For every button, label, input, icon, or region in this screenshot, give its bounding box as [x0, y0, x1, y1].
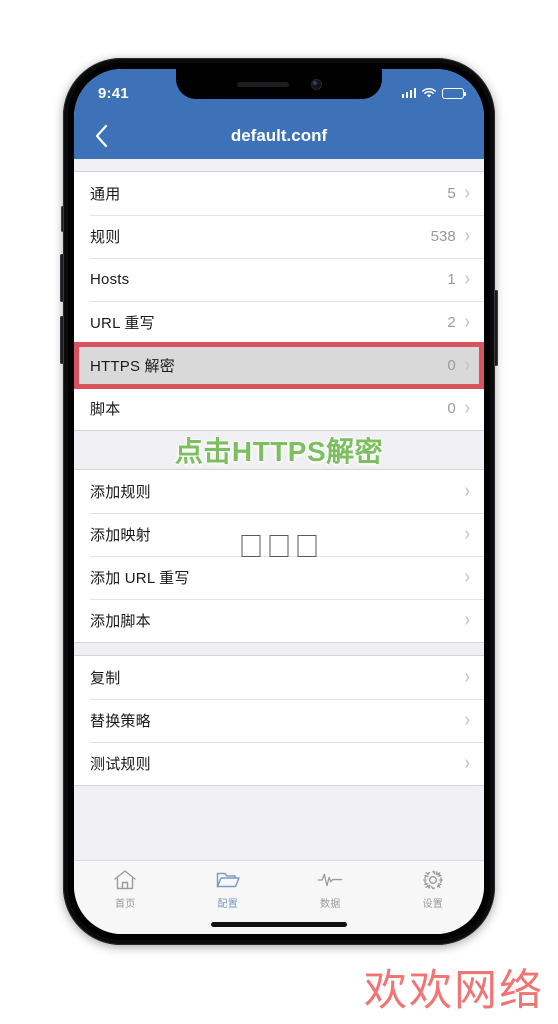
- list-item-add-mapping[interactable]: 添加映射 ›: [74, 513, 484, 556]
- page-title: default.conf: [230, 126, 328, 145]
- folder-icon: [216, 872, 240, 888]
- list-item-label: HTTPS 解密: [90, 358, 175, 375]
- list-item-label: 复制: [90, 670, 121, 687]
- tab-label: 设置: [422, 899, 444, 910]
- chevron-right-icon: ›: [464, 225, 470, 247]
- list-item-url-rewrite[interactable]: URL 重写 2 ›: [74, 301, 484, 344]
- battery-icon: [442, 87, 466, 99]
- list-item-label: 添加映射: [90, 527, 151, 544]
- list-top-gap: [74, 159, 484, 171]
- list-item-label: 通用: [90, 186, 121, 203]
- list-item-value: 538: [430, 228, 456, 245]
- notch: [176, 69, 382, 99]
- back-button[interactable]: [74, 113, 130, 159]
- list-item-add-url-rewrite[interactable]: 添加 URL 重写 ›: [74, 556, 484, 599]
- list-item-label: 添加 URL 重写: [90, 570, 190, 587]
- chevron-right-icon: ›: [464, 666, 470, 688]
- tab-data[interactable]: 数据: [279, 868, 382, 910]
- chevron-right-icon: ›: [464, 397, 470, 419]
- list-item-label: 测试规则: [90, 756, 151, 773]
- config-sections-group: 通用 5 › 规则 538 › Hosts 1 › URL 重写 2 › HTT…: [74, 171, 484, 431]
- annotation-banner: 点击HTTPS解密: [74, 431, 484, 469]
- chevron-left-icon: [95, 124, 108, 148]
- watermark: 欢欢网络: [364, 968, 544, 1015]
- list-item-add-script[interactable]: 添加脚本 ›: [74, 599, 484, 642]
- list-item-value: 2: [447, 314, 456, 331]
- settings-list[interactable]: 通用 5 › 规则 538 › Hosts 1 › URL 重写 2 › HTT…: [74, 159, 484, 860]
- phone-frame: 9:41 default.conf 通用 5 › 规则 538 › Hosts …: [60, 58, 498, 945]
- status-time: 9:41: [98, 84, 129, 102]
- list-item-label: 添加规则: [90, 484, 151, 501]
- group-gap: [74, 643, 484, 655]
- volume-up-button[interactable]: [60, 254, 64, 302]
- list-item-general[interactable]: 通用 5 ›: [74, 172, 484, 215]
- home-icon: [114, 870, 136, 890]
- list-item-https-decrypt-highlight-wrapper: HTTPS 解密 0 ›: [74, 342, 484, 389]
- list-item-https-decrypt[interactable]: HTTPS 解密 0 ›: [74, 344, 484, 387]
- front-camera-icon: [310, 78, 322, 90]
- gear-icon: [422, 870, 443, 890]
- chevron-right-icon: ›: [464, 609, 470, 631]
- list-item-label: URL 重写: [90, 315, 155, 332]
- chevron-right-icon: ›: [464, 480, 470, 502]
- config-actions-group: 复制 › 替换策略 › 测试规则 ›: [74, 655, 484, 786]
- list-item-label: Hosts: [90, 271, 130, 288]
- status-icons: [401, 83, 466, 99]
- list-item-rules[interactable]: 规则 538 ›: [74, 215, 484, 258]
- home-indicator[interactable]: [211, 922, 347, 927]
- annotation-text: 点击HTTPS解密: [174, 436, 384, 467]
- chevron-right-icon: ›: [464, 268, 470, 290]
- list-item-label: 替换策略: [90, 713, 151, 730]
- cellular-bars-icon: [401, 88, 416, 98]
- chevron-right-icon: ›: [464, 354, 470, 376]
- tab-home[interactable]: 首页: [74, 868, 177, 910]
- list-item-label: 脚本: [90, 401, 121, 418]
- chevron-right-icon: ›: [464, 752, 470, 774]
- pulse-icon: [317, 873, 343, 887]
- list-item-replace-policy[interactable]: 替换策略 ›: [74, 699, 484, 742]
- chevron-right-icon: ›: [464, 709, 470, 731]
- chevron-right-icon: ›: [464, 182, 470, 204]
- navigation-bar: default.conf: [74, 113, 484, 159]
- wifi-icon: [422, 87, 436, 98]
- silence-switch[interactable]: [61, 206, 64, 232]
- list-item-script[interactable]: 脚本 0 ›: [74, 387, 484, 430]
- list-item-value: 1: [447, 271, 456, 288]
- phone-screen: 9:41 default.conf 通用 5 › 规则 538 › Hosts …: [74, 69, 484, 934]
- tab-settings[interactable]: 设置: [382, 868, 485, 910]
- list-item-test-rules[interactable]: 测试规则 ›: [74, 742, 484, 785]
- tab-label: 首页: [114, 899, 136, 910]
- list-item-add-rule[interactable]: 添加规则 ›: [74, 470, 484, 513]
- tab-label: 数据: [319, 899, 341, 910]
- power-button[interactable]: [494, 290, 498, 366]
- tab-label: 配置: [217, 899, 239, 910]
- chevron-right-icon: ›: [464, 523, 470, 545]
- volume-down-button[interactable]: [60, 316, 64, 364]
- list-item-label: 添加脚本: [90, 613, 151, 630]
- list-item-copy[interactable]: 复制 ›: [74, 656, 484, 699]
- add-actions-group: 添加规则 › 添加映射 › 添加 URL 重写 › 添加脚本 ›: [74, 469, 484, 643]
- list-item-hosts[interactable]: Hosts 1 ›: [74, 258, 484, 301]
- earpiece-speaker-icon: [236, 81, 289, 87]
- chevron-right-icon: ›: [464, 566, 470, 588]
- list-item-value: 5: [447, 185, 456, 202]
- list-item-label: 规则: [90, 229, 121, 246]
- list-item-value: 0: [447, 357, 456, 374]
- list-item-value: 0: [447, 400, 456, 417]
- tab-config[interactable]: 配置: [177, 868, 280, 910]
- chevron-right-icon: ›: [464, 311, 470, 333]
